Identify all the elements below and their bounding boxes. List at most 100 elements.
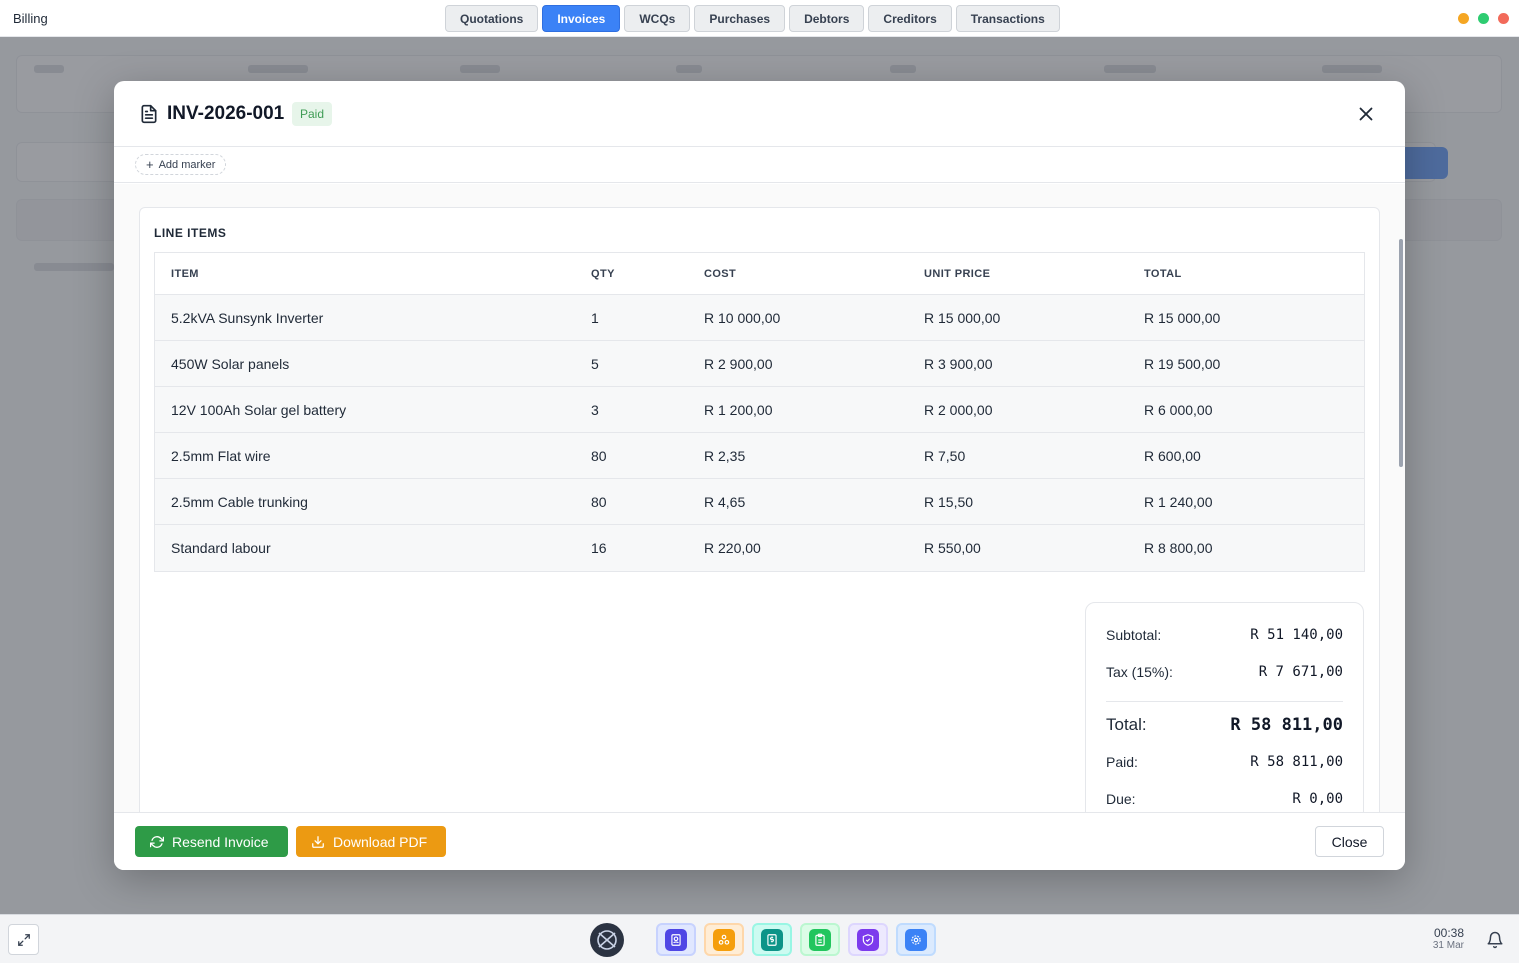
logo-mark-icon <box>597 930 617 950</box>
cell-cost: R 1 200,00 <box>704 401 773 418</box>
paid-row: Paid: R 58 811,00 <box>1106 754 1343 770</box>
cell-total: R 6 000,00 <box>1144 401 1213 418</box>
window-controls <box>1458 13 1509 24</box>
cell-unit-price: R 15 000,00 <box>924 309 1001 326</box>
settings-icon <box>905 928 927 951</box>
invoice-modal: INV-2026-001 Paid + Add marker LINE ITEM… <box>114 81 1405 870</box>
cell-total: R 1 240,00 <box>1144 493 1213 510</box>
tab-purchases[interactable]: Purchases <box>694 5 786 32</box>
dock-clipboard[interactable] <box>800 923 840 956</box>
cell-item: Standard labour <box>171 540 271 556</box>
download-pdf-button[interactable]: Download PDF <box>296 826 446 857</box>
expand-icon <box>17 933 30 946</box>
download-pdf-label: Download PDF <box>333 833 428 850</box>
cell-unit-price: R 2 000,00 <box>924 401 993 418</box>
billing-icon <box>761 928 783 951</box>
column-header-total: TOTAL <box>1144 267 1182 280</box>
line-items-card: LINE ITEMS ITEM QTY COST UNIT PRICE TOTA… <box>139 207 1380 812</box>
resend-invoice-label: Resend Invoice <box>172 833 269 850</box>
close-button[interactable]: Close <box>1315 826 1384 857</box>
subtotal-row: Subtotal: R 51 140,00 <box>1106 627 1343 643</box>
section-title: LINE ITEMS <box>154 226 227 240</box>
clock-time: 00:38 <box>1433 926 1464 940</box>
tax-value: R 7 671,00 <box>1258 664 1343 680</box>
resend-invoice-button[interactable]: Resend Invoice <box>135 826 288 857</box>
table-row: 12V 100Ah Solar gel battery 3 R 1 200,00… <box>155 387 1364 433</box>
dock-network[interactable] <box>704 923 744 956</box>
document-icon <box>141 104 157 124</box>
cell-item: 2.5mm Flat wire <box>171 447 271 464</box>
column-header-item: ITEM <box>171 267 199 280</box>
invoice-number: INV-2026-001 <box>167 103 285 124</box>
status-badge: Paid <box>292 102 333 126</box>
cell-item: 12V 100Ah Solar gel battery <box>171 401 347 418</box>
cell-total: R 8 800,00 <box>1144 540 1213 556</box>
network-icon <box>713 928 735 951</box>
column-header-cost: COST <box>704 267 737 280</box>
totals-divider <box>1106 701 1343 702</box>
scrollbar[interactable] <box>1399 239 1403 467</box>
taskbar: 00:38 31 Mar <box>0 914 1519 963</box>
tab-invoices[interactable]: Invoices <box>542 5 621 32</box>
refresh-icon <box>150 835 164 848</box>
cell-item: 2.5mm Cable trunking <box>171 493 308 510</box>
clipboard-icon <box>809 928 831 951</box>
cell-cost: R 10 000,00 <box>704 309 781 326</box>
tab-debtors[interactable]: Debtors <box>789 5 865 32</box>
cell-qty: 5 <box>591 355 599 372</box>
minimize-button[interactable] <box>1458 13 1469 24</box>
table-row: 450W Solar panels 5 R 2 900,00 R 3 900,0… <box>155 341 1364 387</box>
notifications-bell-icon[interactable] <box>1486 931 1504 949</box>
nav-tabs: Quotations Invoices WCQs Purchases Debto… <box>445 5 1060 32</box>
tax-row: Tax (15%): R 7 671,00 <box>1106 664 1343 680</box>
dock-security[interactable] <box>848 923 888 956</box>
maximize-button[interactable] <box>1478 13 1489 24</box>
close-icon[interactable] <box>1355 103 1377 125</box>
cell-total: R 600,00 <box>1144 447 1201 464</box>
tax-label: Tax (15%): <box>1106 664 1173 680</box>
cell-item: 450W Solar panels <box>171 355 290 372</box>
modal-header: INV-2026-001 Paid <box>114 81 1405 147</box>
dock-billing[interactable] <box>752 923 792 956</box>
line-items-table: ITEM QTY COST UNIT PRICE TOTAL 5.2kVA Su… <box>154 252 1365 572</box>
clock-date: 31 Mar <box>1432 940 1464 951</box>
dock-settings[interactable] <box>896 923 936 956</box>
cell-unit-price: R 3 900,00 <box>924 355 993 372</box>
total-label: Total: <box>1106 715 1147 734</box>
contacts-icon <box>665 928 687 951</box>
cell-item: 5.2kVA Sunsynk Inverter <box>171 309 324 326</box>
plus-icon: + <box>146 157 154 172</box>
shield-icon <box>857 928 879 951</box>
cell-qty: 80 <box>591 447 607 464</box>
cell-qty: 80 <box>591 493 607 510</box>
app-logo-icon[interactable] <box>590 923 624 957</box>
cell-unit-price: R 15,50 <box>924 493 974 510</box>
cell-cost: R 4,65 <box>704 493 746 510</box>
close-window-button[interactable] <box>1498 13 1509 24</box>
clock[interactable]: 00:38 31 Mar <box>1418 926 1464 951</box>
table-row: 2.5mm Cable trunking 80 R 4,65 R 15,50 R… <box>155 479 1364 525</box>
add-marker-button[interactable]: + Add marker <box>135 154 227 175</box>
subtotal-label: Subtotal: <box>1106 627 1162 643</box>
tab-transactions[interactable]: Transactions <box>955 5 1060 32</box>
column-header-qty: QTY <box>591 267 615 280</box>
tab-creditors[interactable]: Creditors <box>868 5 952 32</box>
cell-total: R 19 500,00 <box>1144 355 1221 372</box>
tab-wcqs[interactable]: WCQs <box>624 5 691 32</box>
title-bar: Billing Quotations Invoices WCQs Purchas… <box>0 0 1519 37</box>
expand-button[interactable] <box>8 924 39 955</box>
marker-bar: + Add marker <box>114 147 1405 183</box>
paid-value: R 58 811,00 <box>1250 754 1343 770</box>
subtotal-value: R 51 140,00 <box>1250 627 1343 643</box>
table-header: ITEM QTY COST UNIT PRICE TOTAL <box>155 253 1364 295</box>
due-value: R 0,00 <box>1292 791 1343 807</box>
modal-footer: Resend Invoice Download PDF Close <box>114 812 1405 870</box>
dock-contacts[interactable] <box>656 923 696 956</box>
cell-qty: 3 <box>591 401 599 418</box>
tab-quotations[interactable]: Quotations <box>445 5 539 32</box>
paid-label: Paid: <box>1106 754 1138 770</box>
total-value: R 58 811,00 <box>1230 715 1343 735</box>
cell-unit-price: R 550,00 <box>924 540 981 556</box>
modal-body[interactable]: LINE ITEMS ITEM QTY COST UNIT PRICE TOTA… <box>114 184 1405 812</box>
dock <box>656 923 936 956</box>
